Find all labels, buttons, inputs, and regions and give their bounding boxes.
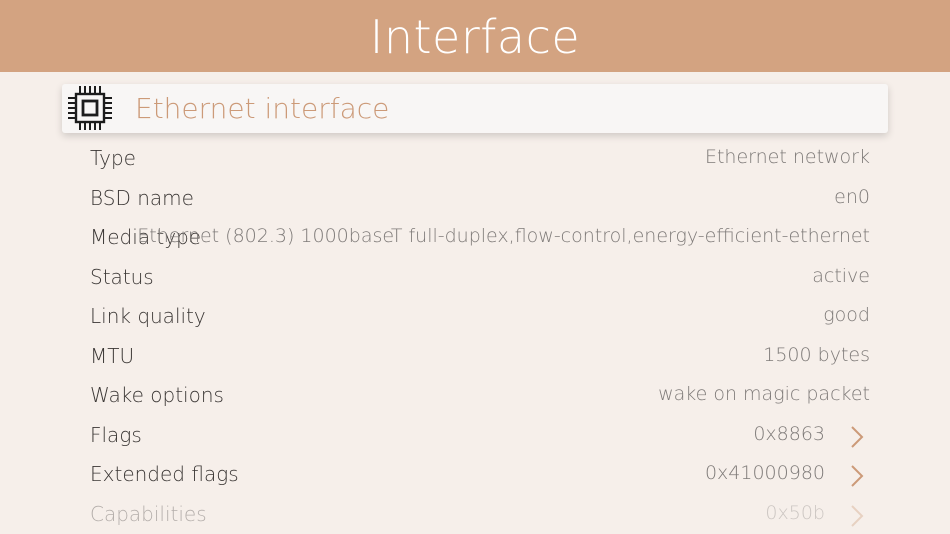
section-header-ethernet-interface: Ethernet interface <box>62 84 888 133</box>
row-value: Ethernet network <box>704 146 870 168</box>
row-value: good <box>823 304 870 326</box>
row-media-type: Media type Ethernet (802.3) 1000baseT fu… <box>0 217 950 257</box>
chevron-right-icon <box>851 425 864 448</box>
row-label: Flags <box>90 422 142 447</box>
section-title: Ethernet interface <box>135 91 390 125</box>
row-capabilities[interactable]: Capabilities 0x50b <box>0 494 950 534</box>
chevron-right-icon <box>851 504 864 527</box>
row-label: MTU <box>90 343 135 368</box>
row-value: 0x41000980 <box>704 462 825 484</box>
row-label: Type <box>90 146 136 170</box>
row-value: Ethernet (802.3) 1000baseT full-duplex,f… <box>137 225 870 247</box>
row-label: Capabilities <box>90 501 207 526</box>
row-type: Type Ethernet network <box>0 138 950 178</box>
chevron-right-icon <box>851 465 864 487</box>
row-wake-options: Wake options wake on magic packet <box>0 375 950 415</box>
row-bsd-name: BSD name en0 <box>0 178 950 218</box>
row-label: Status <box>90 264 154 289</box>
row-label: BSD name <box>90 185 194 210</box>
row-flags[interactable]: Flags 0x8863 <box>0 415 950 455</box>
row-value: 0x8863 <box>753 422 825 445</box>
app-header: Interface <box>0 0 950 72</box>
chip-icon <box>68 85 112 130</box>
row-label: Wake options <box>90 383 224 407</box>
row-status: Status active <box>0 257 950 297</box>
row-value: 0x50b <box>765 501 825 524</box>
row-value: en0 <box>834 185 870 208</box>
info-list: Type Ethernet network BSD name en0 Media… <box>0 138 950 533</box>
row-value: active <box>812 264 870 287</box>
row-mtu: MTU 1500 bytes <box>0 336 950 376</box>
row-value: wake on magic packet <box>658 383 870 405</box>
row-label: Extended flags <box>90 462 239 486</box>
row-value: 1500 bytes <box>763 343 870 366</box>
row-extended-flags[interactable]: Extended flags 0x41000980 <box>0 454 950 494</box>
page-title: Interface <box>369 10 581 64</box>
row-link-quality: Link quality good <box>0 296 950 336</box>
row-label: Link quality <box>90 304 206 328</box>
